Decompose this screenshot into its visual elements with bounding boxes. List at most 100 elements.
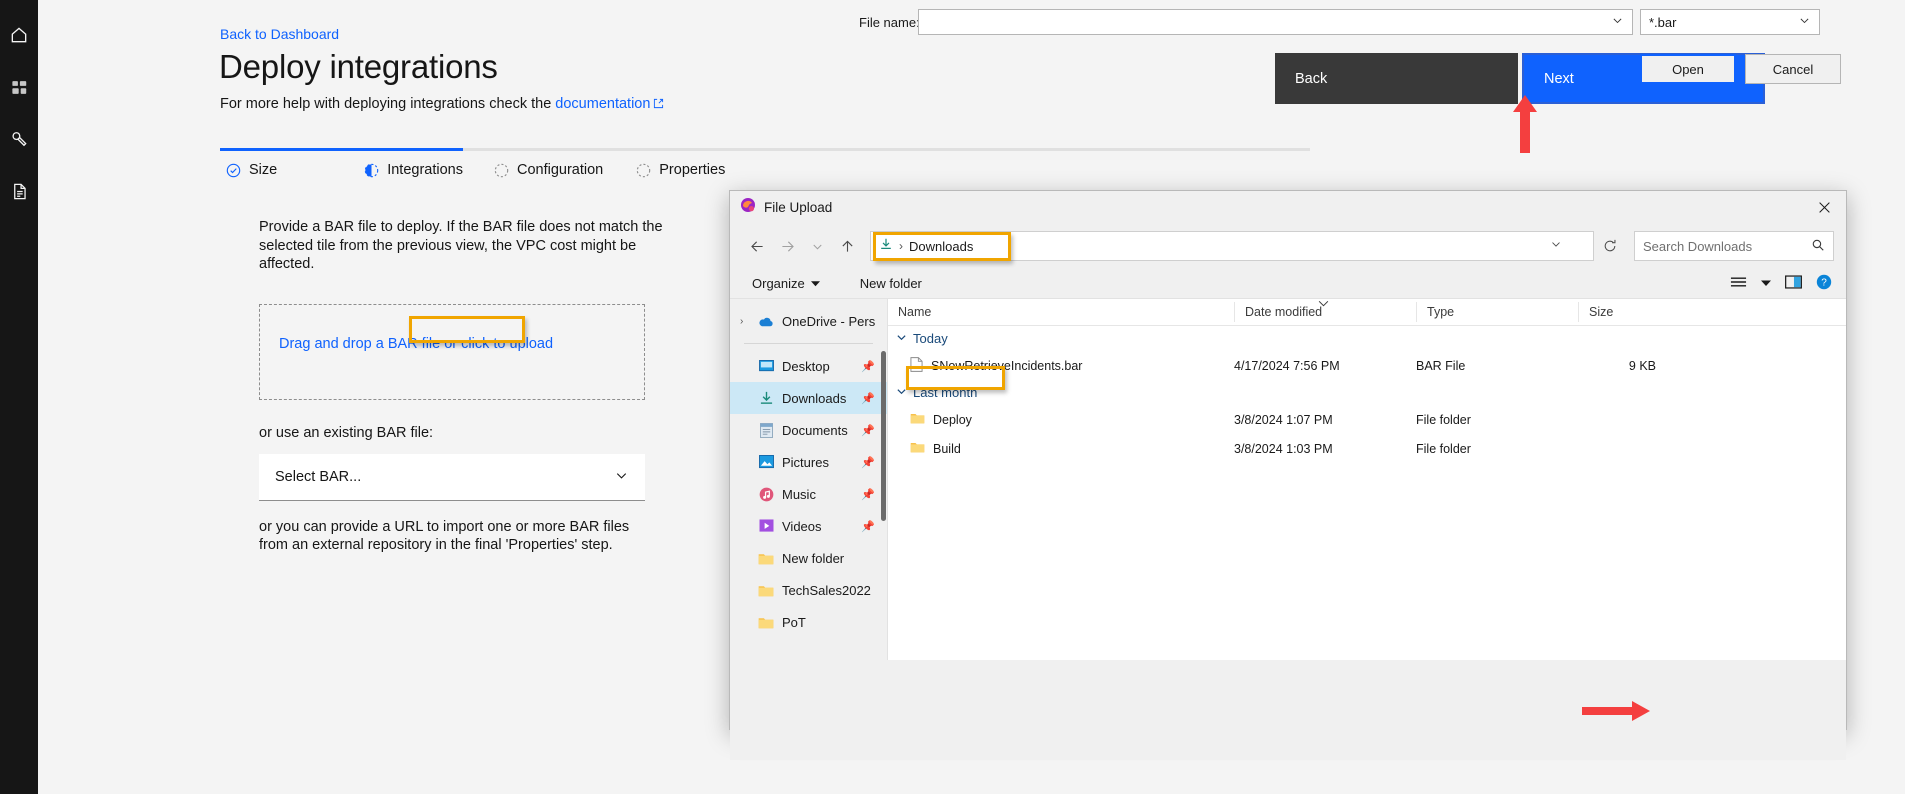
downloads-icon <box>879 237 893 256</box>
file-name: Build <box>933 442 961 456</box>
organize-button[interactable]: Organize <box>744 274 828 293</box>
sidebar-item-documents[interactable]: Documents 📌 <box>730 414 887 446</box>
sidebar-item-videos[interactable]: Videos 📌 <box>730 510 887 542</box>
view-list-icon[interactable] <box>1730 276 1747 291</box>
group-header-today[interactable]: Today <box>888 326 1846 351</box>
group-header-last-month[interactable]: Last month <box>888 380 1846 405</box>
nav-back-icon[interactable] <box>742 231 772 261</box>
tabs-active-segment <box>220 148 463 151</box>
pin-icon[interactable]: 📌 <box>861 488 875 501</box>
file-type-filter-value: *.bar <box>1649 15 1676 30</box>
pin-icon[interactable]: 📌 <box>861 360 875 373</box>
sidebar-item-pictures[interactable]: Pictures 📌 <box>730 446 887 478</box>
nav-up-icon[interactable] <box>832 231 862 261</box>
sidebar-item-downloads[interactable]: Downloads 📌 <box>730 382 887 414</box>
dialog-footer <box>730 660 1846 760</box>
page-title: Deploy integrations <box>219 48 498 86</box>
column-header-size[interactable]: Size <box>1578 302 1668 322</box>
tab-configuration[interactable]: Configuration <box>494 162 603 178</box>
sidebar-scrollbar[interactable] <box>881 351 886 521</box>
breadcrumb-downloads[interactable]: Downloads <box>909 239 973 254</box>
tab-integrations[interactable]: Integrations <box>364 162 463 178</box>
nav-recent-chevron-icon[interactable] <box>802 231 832 261</box>
onedrive-icon <box>758 313 774 329</box>
desktop-icon <box>758 358 774 374</box>
dialog-title-bar: File Upload <box>730 191 1846 224</box>
column-header-type[interactable]: Type <box>1416 302 1578 322</box>
chevron-down-icon[interactable] <box>1611 14 1624 30</box>
sidebar-item-label: PoT <box>782 615 806 630</box>
sidebar-item-onedrive[interactable]: › OneDrive - Pers <box>730 305 887 337</box>
file-date: 3/8/2024 1:07 PM <box>1234 413 1416 427</box>
dropzone-text: Drag and drop a BAR file or click to upl… <box>279 336 553 352</box>
subtitle-text: For more help with deploying integration… <box>220 96 555 112</box>
view-controls: ? <box>1730 274 1832 293</box>
pin-icon[interactable]: 📌 <box>861 456 875 469</box>
table-row[interactable]: Build 3/8/2024 1:03 PM File folder <box>888 434 1846 463</box>
file-name-cell: SNowRetrieveIncidents.bar <box>888 357 1234 375</box>
folder-icon <box>910 412 925 427</box>
videos-icon <box>758 518 774 534</box>
back-to-dashboard-link[interactable]: Back to Dashboard <box>220 26 339 42</box>
preview-pane-icon[interactable] <box>1785 275 1802 292</box>
close-icon[interactable] <box>1802 191 1846 224</box>
tab-size-label: Size <box>249 162 277 178</box>
refresh-icon[interactable] <box>1594 231 1626 261</box>
instructions-paragraph: Provide a BAR file to deploy. If the BAR… <box>259 218 669 274</box>
chevron-down-icon[interactable] <box>1798 14 1811 30</box>
address-chevron-down-icon[interactable] <box>1549 237 1563 256</box>
column-header-name[interactable]: Name <box>888 302 1234 322</box>
check-circle-icon <box>226 163 241 178</box>
sidebar-item-music[interactable]: Music 📌 <box>730 478 887 510</box>
dialog-command-bar: Organize New folder ? <box>730 268 1846 298</box>
dialog-body: › OneDrive - Pers Desktop 📌 <box>730 298 1846 660</box>
back-button[interactable]: Back <box>1275 53 1518 104</box>
organize-label: Organize <box>752 276 805 291</box>
documentation-link[interactable]: documentation <box>555 96 650 112</box>
address-bar[interactable]: › Downloads <box>870 231 1594 261</box>
dotted-circle-icon <box>494 163 509 178</box>
view-caret-down-icon[interactable] <box>1761 276 1771 291</box>
sidebar-divider <box>744 343 873 344</box>
bar-file-dropzone[interactable]: Drag and drop a BAR file or click to upl… <box>259 304 645 400</box>
tools-icon[interactable] <box>6 126 32 152</box>
dashboard-icon[interactable] <box>6 74 32 100</box>
chevron-down-icon <box>896 385 907 400</box>
group-label: Today <box>913 331 948 346</box>
sidebar-item-techsales2022[interactable]: TechSales2022 <box>730 574 887 606</box>
pin-icon[interactable]: 📌 <box>861 520 875 533</box>
file-type: File folder <box>1416 442 1578 456</box>
sidebar-item-pot[interactable]: PoT <box>730 606 887 638</box>
table-row[interactable]: SNowRetrieveIncidents.bar 4/17/2024 7:56… <box>888 351 1846 380</box>
chevron-right-icon[interactable]: › <box>740 316 743 327</box>
search-input[interactable]: Search Downloads <box>1634 231 1834 261</box>
sidebar-item-label: Desktop <box>782 359 830 374</box>
sidebar-item-desktop[interactable]: Desktop 📌 <box>730 350 887 382</box>
progress-tabs: Size Integrations <box>220 148 1310 178</box>
search-icon <box>1811 238 1825 255</box>
home-icon[interactable] <box>6 22 32 48</box>
click-to-upload-link[interactable]: click to upload <box>461 336 553 352</box>
sidebar-item-label: OneDrive - Pers <box>782 314 875 329</box>
dialog-sidebar: › OneDrive - Pers Desktop 📌 <box>730 299 888 660</box>
pin-icon[interactable]: 📌 <box>861 392 875 405</box>
file-name-input[interactable] <box>918 9 1633 35</box>
sidebar-item-new-folder[interactable]: New folder <box>730 542 887 574</box>
pin-icon[interactable]: 📌 <box>861 424 875 437</box>
docs-icon[interactable] <box>6 178 32 204</box>
file-icon <box>910 357 923 375</box>
select-bar-dropdown[interactable]: Select BAR... <box>259 454 645 501</box>
dropzone-prefix: Drag and drop a BAR file or <box>279 336 461 352</box>
nav-forward-icon[interactable] <box>772 231 802 261</box>
new-folder-button[interactable]: New folder <box>852 274 930 293</box>
table-row[interactable]: Deploy 3/8/2024 1:07 PM File folder <box>888 405 1846 434</box>
open-button[interactable]: Open <box>1640 54 1736 84</box>
dotted-circle-icon <box>636 163 651 178</box>
file-type-filter-select[interactable]: *.bar <box>1640 9 1820 35</box>
help-icon[interactable]: ? <box>1816 274 1832 293</box>
tab-properties[interactable]: Properties <box>636 162 725 178</box>
sidebar-item-label: Downloads <box>782 391 846 406</box>
tab-size[interactable]: Size <box>226 162 277 178</box>
cancel-button[interactable]: Cancel <box>1745 54 1841 84</box>
folder-icon <box>758 582 774 598</box>
